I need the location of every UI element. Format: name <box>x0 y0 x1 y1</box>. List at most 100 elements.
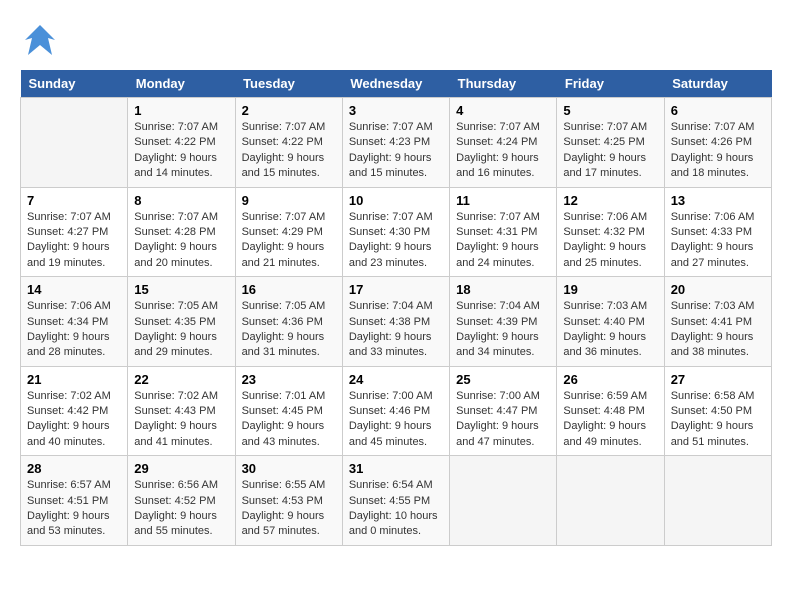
calendar-cell <box>557 456 664 546</box>
day-detail: Sunrise: 7:07 AMSunset: 4:26 PMDaylight:… <box>671 120 765 182</box>
calendar-cell: 31 Sunrise: 6:54 AMSunset: 4:55 PMDayligh… <box>342 456 449 546</box>
calendar-cell: 26 Sunrise: 6:59 AMSunset: 4:48 PMDayligh… <box>557 366 664 456</box>
calendar-cell: 11 Sunrise: 7:07 AMSunset: 4:31 PMDayligh… <box>450 187 557 277</box>
day-detail: Sunrise: 7:06 AMSunset: 4:32 PMDaylight:… <box>563 210 657 272</box>
day-number: 28 <box>27 461 121 476</box>
calendar-cell: 15 Sunrise: 7:05 AMSunset: 4:35 PMDayligh… <box>128 277 235 367</box>
day-number: 21 <box>27 372 121 387</box>
day-detail: Sunrise: 7:07 AMSunset: 4:29 PMDaylight:… <box>242 210 336 272</box>
day-detail: Sunrise: 7:02 AMSunset: 4:42 PMDaylight:… <box>27 389 121 451</box>
calendar-cell: 29 Sunrise: 6:56 AMSunset: 4:52 PMDayligh… <box>128 456 235 546</box>
calendar-cell: 6 Sunrise: 7:07 AMSunset: 4:26 PMDaylight… <box>664 98 771 188</box>
day-number: 30 <box>242 461 336 476</box>
calendar-day-header: Sunday <box>21 70 128 98</box>
day-number: 3 <box>349 103 443 118</box>
calendar-day-header: Saturday <box>664 70 771 98</box>
day-number: 20 <box>671 282 765 297</box>
day-number: 25 <box>456 372 550 387</box>
day-detail: Sunrise: 6:57 AMSunset: 4:51 PMDaylight:… <box>27 478 121 540</box>
day-number: 8 <box>134 193 228 208</box>
day-detail: Sunrise: 7:04 AMSunset: 4:39 PMDaylight:… <box>456 299 550 361</box>
calendar-week-row: 21 Sunrise: 7:02 AMSunset: 4:42 PMDayligh… <box>21 366 772 456</box>
day-detail: Sunrise: 7:07 AMSunset: 4:23 PMDaylight:… <box>349 120 443 182</box>
calendar-cell: 1Sunrise: 7:07 AMSunset: 4:22 PMDaylight… <box>128 98 235 188</box>
calendar-cell: 3 Sunrise: 7:07 AMSunset: 4:23 PMDaylight… <box>342 98 449 188</box>
calendar-cell: 22Sunrise: 7:02 AMSunset: 4:43 PMDayligh… <box>128 366 235 456</box>
day-number: 9 <box>242 193 336 208</box>
day-number: 15 <box>134 282 228 297</box>
calendar-week-row: 14Sunrise: 7:06 AMSunset: 4:34 PMDayligh… <box>21 277 772 367</box>
calendar-cell <box>21 98 128 188</box>
day-number: 19 <box>563 282 657 297</box>
day-number: 29 <box>134 461 228 476</box>
calendar-cell: 21 Sunrise: 7:02 AMSunset: 4:42 PMDayligh… <box>21 366 128 456</box>
calendar-cell: 24Sunrise: 7:00 AMSunset: 4:46 PMDayligh… <box>342 366 449 456</box>
day-number: 11 <box>456 193 550 208</box>
calendar-cell: 27 Sunrise: 6:58 AMSunset: 4:50 PMDayligh… <box>664 366 771 456</box>
logo <box>20 20 64 60</box>
day-number: 24 <box>349 372 443 387</box>
day-number: 26 <box>563 372 657 387</box>
day-detail: Sunrise: 7:07 AMSunset: 4:27 PMDaylight:… <box>27 210 121 272</box>
day-detail: Sunrise: 7:01 AMSunset: 4:45 PMDaylight:… <box>242 389 336 451</box>
calendar-cell <box>450 456 557 546</box>
calendar-cell: 20 Sunrise: 7:03 AMSunset: 4:41 PMDayligh… <box>664 277 771 367</box>
day-number: 27 <box>671 372 765 387</box>
calendar-cell: 5Sunrise: 7:07 AMSunset: 4:25 PMDaylight… <box>557 98 664 188</box>
day-detail: Sunrise: 7:07 AMSunset: 4:22 PMDaylight:… <box>134 120 228 182</box>
day-detail: Sunrise: 7:07 AMSunset: 4:31 PMDaylight:… <box>456 210 550 272</box>
calendar-cell: 23 Sunrise: 7:01 AMSunset: 4:45 PMDayligh… <box>235 366 342 456</box>
day-number: 6 <box>671 103 765 118</box>
day-detail: Sunrise: 6:56 AMSunset: 4:52 PMDaylight:… <box>134 478 228 540</box>
day-detail: Sunrise: 7:03 AMSunset: 4:41 PMDaylight:… <box>671 299 765 361</box>
day-number: 18 <box>456 282 550 297</box>
day-detail: Sunrise: 7:07 AMSunset: 4:22 PMDaylight:… <box>242 120 336 182</box>
day-detail: Sunrise: 7:07 AMSunset: 4:24 PMDaylight:… <box>456 120 550 182</box>
calendar-day-header: Monday <box>128 70 235 98</box>
calendar-week-row: 1Sunrise: 7:07 AMSunset: 4:22 PMDaylight… <box>21 98 772 188</box>
page-header <box>20 20 772 60</box>
day-detail: Sunrise: 7:04 AMSunset: 4:38 PMDaylight:… <box>349 299 443 361</box>
day-detail: Sunrise: 7:06 AMSunset: 4:33 PMDaylight:… <box>671 210 765 272</box>
calendar-cell: 4 Sunrise: 7:07 AMSunset: 4:24 PMDaylight… <box>450 98 557 188</box>
day-detail: Sunrise: 7:05 AMSunset: 4:35 PMDaylight:… <box>134 299 228 361</box>
day-detail: Sunrise: 7:06 AMSunset: 4:34 PMDaylight:… <box>27 299 121 361</box>
calendar-day-header: Wednesday <box>342 70 449 98</box>
calendar-day-header: Thursday <box>450 70 557 98</box>
calendar-cell: 18 Sunrise: 7:04 AMSunset: 4:39 PMDayligh… <box>450 277 557 367</box>
calendar-cell: 17 Sunrise: 7:04 AMSunset: 4:38 PMDayligh… <box>342 277 449 367</box>
day-detail: Sunrise: 7:07 AMSunset: 4:28 PMDaylight:… <box>134 210 228 272</box>
calendar-cell <box>664 456 771 546</box>
calendar-week-row: 7 Sunrise: 7:07 AMSunset: 4:27 PMDaylight… <box>21 187 772 277</box>
calendar-cell: 25 Sunrise: 7:00 AMSunset: 4:47 PMDayligh… <box>450 366 557 456</box>
day-number: 12 <box>563 193 657 208</box>
day-detail: Sunrise: 7:07 AMSunset: 4:25 PMDaylight:… <box>563 120 657 182</box>
calendar-week-row: 28 Sunrise: 6:57 AMSunset: 4:51 PMDayligh… <box>21 456 772 546</box>
day-number: 10 <box>349 193 443 208</box>
calendar-cell: 9 Sunrise: 7:07 AMSunset: 4:29 PMDaylight… <box>235 187 342 277</box>
logo-icon <box>20 20 60 60</box>
calendar-cell: 28 Sunrise: 6:57 AMSunset: 4:51 PMDayligh… <box>21 456 128 546</box>
day-number: 23 <box>242 372 336 387</box>
calendar-day-header: Tuesday <box>235 70 342 98</box>
calendar-table: SundayMondayTuesdayWednesdayThursdayFrid… <box>20 70 772 546</box>
calendar-cell: 14Sunrise: 7:06 AMSunset: 4:34 PMDayligh… <box>21 277 128 367</box>
day-number: 17 <box>349 282 443 297</box>
day-detail: Sunrise: 6:58 AMSunset: 4:50 PMDaylight:… <box>671 389 765 451</box>
day-detail: Sunrise: 7:02 AMSunset: 4:43 PMDaylight:… <box>134 389 228 451</box>
day-number: 13 <box>671 193 765 208</box>
day-detail: Sunrise: 7:05 AMSunset: 4:36 PMDaylight:… <box>242 299 336 361</box>
day-number: 31 <box>349 461 443 476</box>
day-detail: Sunrise: 6:59 AMSunset: 4:48 PMDaylight:… <box>563 389 657 451</box>
calendar-cell: 19Sunrise: 7:03 AMSunset: 4:40 PMDayligh… <box>557 277 664 367</box>
day-detail: Sunrise: 6:54 AMSunset: 4:55 PMDaylight:… <box>349 478 443 540</box>
day-detail: Sunrise: 7:00 AMSunset: 4:47 PMDaylight:… <box>456 389 550 451</box>
day-number: 2 <box>242 103 336 118</box>
calendar-cell: 16Sunrise: 7:05 AMSunset: 4:36 PMDayligh… <box>235 277 342 367</box>
calendar-header-row: SundayMondayTuesdayWednesdayThursdayFrid… <box>21 70 772 98</box>
day-number: 4 <box>456 103 550 118</box>
calendar-day-header: Friday <box>557 70 664 98</box>
day-number: 7 <box>27 193 121 208</box>
calendar-cell: 13 Sunrise: 7:06 AMSunset: 4:33 PMDayligh… <box>664 187 771 277</box>
calendar-cell: 7 Sunrise: 7:07 AMSunset: 4:27 PMDaylight… <box>21 187 128 277</box>
